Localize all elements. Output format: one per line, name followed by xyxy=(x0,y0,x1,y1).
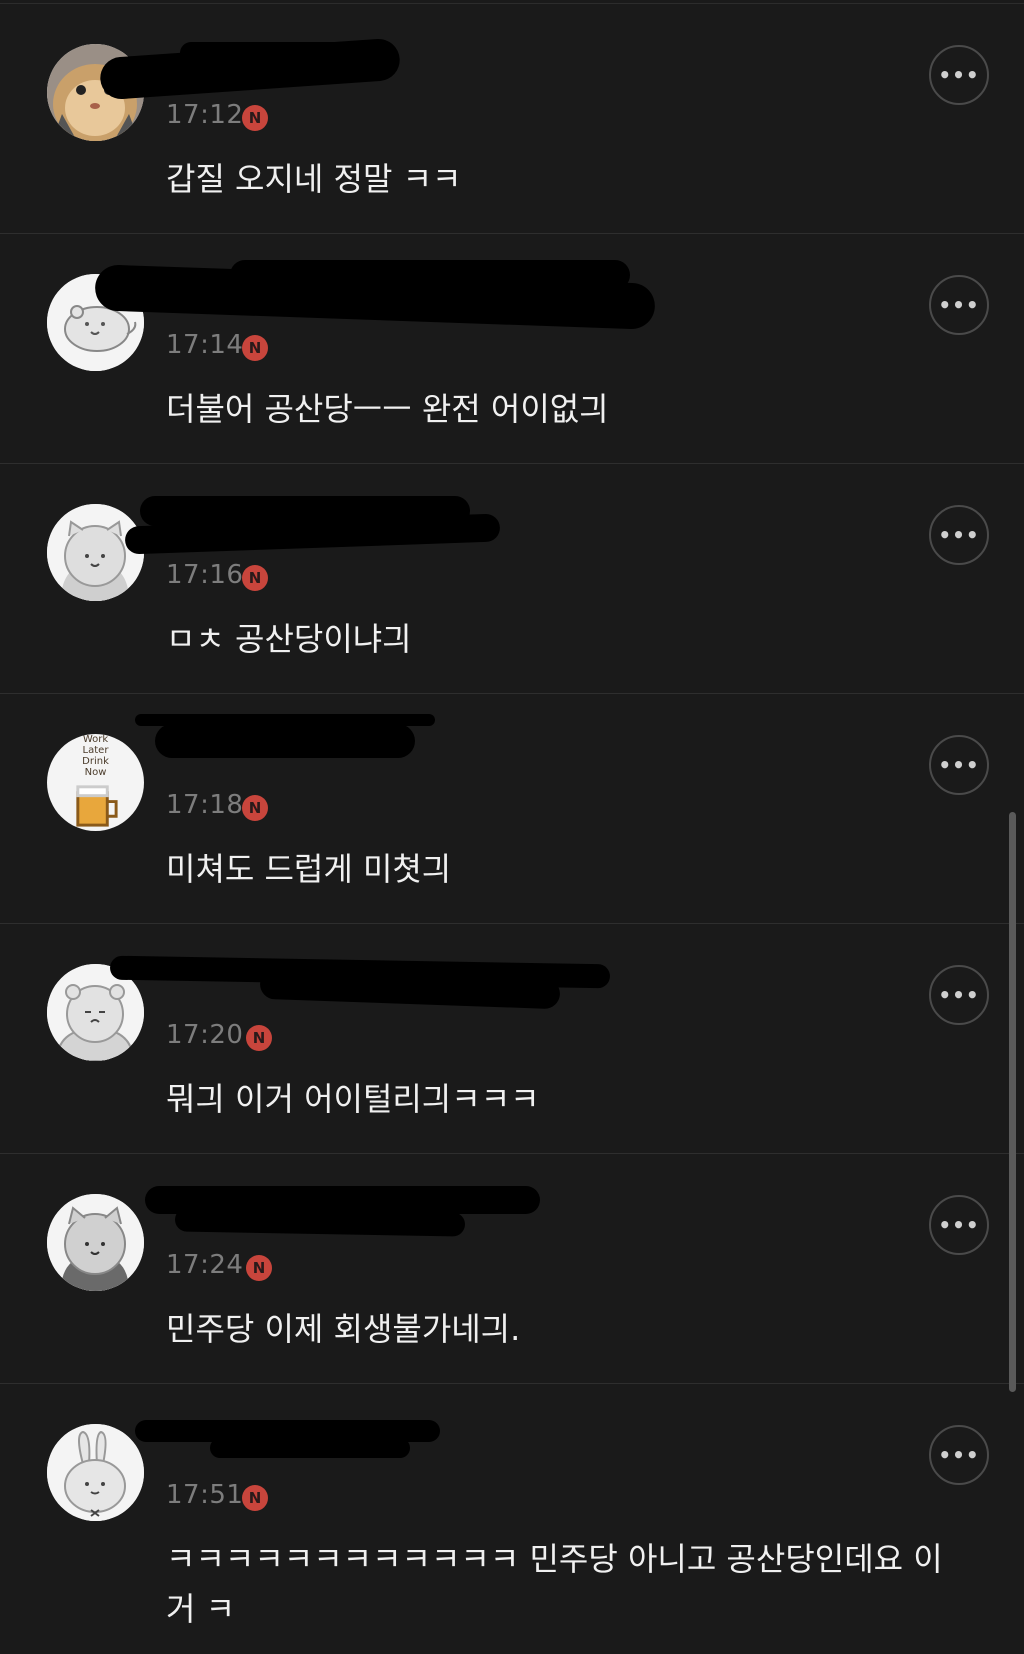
comment-item: 17:51 N ㅋㅋㅋㅋㅋㅋㅋㅋㅋㅋㅋㅋ 민주당 아니고 공산당인데요 이거 ㅋ… xyxy=(0,1384,1024,1654)
redacted-author xyxy=(210,1438,410,1458)
more-dots-icon: ••• xyxy=(938,1213,980,1237)
avatar-text: Now xyxy=(84,767,107,778)
new-badge: N xyxy=(242,335,268,361)
more-options-button[interactable]: ••• xyxy=(929,1425,989,1485)
more-options-button[interactable]: ••• xyxy=(929,965,989,1025)
comment-item: Work Later Drink Now 17:18 N 미쳐도 드럽게 미쳣긔… xyxy=(0,694,1024,924)
avatar[interactable] xyxy=(47,1194,144,1291)
comment-time: 17:24 xyxy=(166,1250,244,1280)
new-badge: N xyxy=(242,795,268,821)
new-badge: N xyxy=(246,1255,272,1281)
comment-item: 17:20 N 뭐긔 이거 어이털리긔ㅋㅋㅋ ••• xyxy=(0,924,1024,1154)
comment-time: 17:12 xyxy=(166,100,244,130)
comment-item: 17:14 N 더불어 공산당ㅡㅡ 완전 어이없긔 ••• xyxy=(0,234,1024,464)
redacted-author xyxy=(155,724,415,758)
comment-time: 17:20 xyxy=(166,1020,244,1050)
redacted-author xyxy=(174,1207,466,1237)
beer-icon xyxy=(76,785,118,827)
redacted-author xyxy=(180,42,380,64)
bear-sketch-avatar-icon xyxy=(47,504,144,601)
more-dots-icon: ••• xyxy=(938,983,980,1007)
avatar-text: Later xyxy=(82,745,109,756)
comment-item: 17:16 N ㅁㅊ 공산당이냐긔 ••• xyxy=(0,464,1024,694)
comment-text: 미쳐도 드럽게 미쳣긔 xyxy=(166,850,452,888)
scrollbar[interactable] xyxy=(1009,812,1016,1392)
comment-time: 17:18 xyxy=(166,790,244,820)
comment-text: 민주당 이제 회생불가네긔. xyxy=(166,1310,521,1348)
more-options-button[interactable]: ••• xyxy=(929,45,989,105)
more-options-button[interactable]: ••• xyxy=(929,275,989,335)
more-dots-icon: ••• xyxy=(938,293,980,317)
comment-time: 17:14 xyxy=(166,330,244,360)
new-badge: N xyxy=(242,565,268,591)
avatar-text: Drink xyxy=(82,756,109,767)
more-dots-icon: ••• xyxy=(938,63,980,87)
comment-time: 17:16 xyxy=(166,560,244,590)
new-badge: N xyxy=(242,105,268,131)
comment-text: 더불어 공산당ㅡㅡ 완전 어이없긔 xyxy=(166,390,609,428)
avatar[interactable]: Work Later Drink Now xyxy=(47,734,144,831)
new-badge: N xyxy=(246,1025,272,1051)
rabbit-sketch-avatar-icon xyxy=(47,1424,144,1521)
more-options-button[interactable]: ••• xyxy=(929,735,989,795)
comment-text: 갑질 오지네 정말 ㅋㅋ xyxy=(166,160,462,198)
more-dots-icon: ••• xyxy=(938,523,980,547)
more-dots-icon: ••• xyxy=(938,753,980,777)
more-options-button[interactable]: ••• xyxy=(929,505,989,565)
comment-item: 17:12 N 갑질 오지네 정말 ㅋㅋ ••• xyxy=(0,4,1024,234)
more-options-button[interactable]: ••• xyxy=(929,1195,989,1255)
comment-item: 17:24 N 민주당 이제 회생불가네긔. ••• xyxy=(0,1154,1024,1384)
avatar[interactable] xyxy=(47,504,144,601)
avatar-text: Work xyxy=(82,734,109,745)
new-badge: N xyxy=(242,1485,268,1511)
comment-text: ㅁㅊ 공산당이냐긔 xyxy=(166,620,412,658)
more-dots-icon: ••• xyxy=(938,1443,980,1467)
comment-text: ㅋㅋㅋㅋㅋㅋㅋㅋㅋㅋㅋㅋ 민주당 아니고 공산당인데요 이거 ㅋ xyxy=(166,1540,943,1628)
redacted-author xyxy=(230,260,630,290)
comment-time: 17:51 xyxy=(166,1480,244,1510)
comment-text: 뭐긔 이거 어이털리긔ㅋㅋㅋ xyxy=(166,1080,540,1118)
avatar[interactable] xyxy=(47,1424,144,1521)
work-later-drink-now-avatar-icon: Work Later Drink Now xyxy=(47,734,144,831)
cat-sketch-avatar-icon xyxy=(47,1194,144,1291)
